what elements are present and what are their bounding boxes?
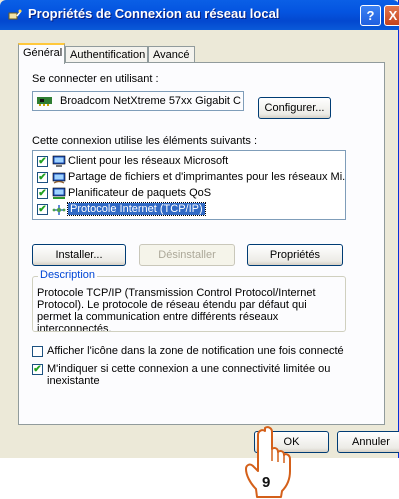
pointer-hand-icon: 9 (245, 426, 291, 498)
notify-limited-checkbox[interactable]: ✔ (32, 364, 43, 375)
tab-general[interactable]: Général (18, 43, 65, 64)
connect-using-label: Se connecter en utilisant : (32, 73, 159, 85)
install-button[interactable]: Installer... (32, 244, 126, 266)
cancel-button[interactable]: Annuler (337, 431, 399, 453)
qos-scheduler-icon (52, 187, 66, 199)
network-client-icon (52, 155, 66, 167)
description-legend: Description (38, 269, 98, 281)
description-text: Protocole TCP/IP (Transmission Control P… (37, 287, 316, 331)
list-item[interactable]: ✔ Partage de fichiers et d'imprimantes p… (35, 171, 346, 185)
file-printer-sharing-icon (52, 172, 66, 184)
configure-button[interactable]: Configurer... (258, 97, 331, 119)
title-bar[interactable]: Propriétés de Connexion au réseau local … (0, 0, 399, 30)
uninstall-button[interactable]: Désinstaller (139, 244, 235, 266)
component-checkbox[interactable]: ✔ (37, 204, 48, 215)
list-item[interactable]: ✔ Client pour les réseaux Microsoft (35, 155, 343, 169)
close-button[interactable]: X (384, 5, 399, 26)
show-icon-checkbox[interactable] (32, 346, 43, 357)
components-list[interactable]: ✔ Client pour les réseaux Microsoft ✔ Pa… (32, 150, 346, 220)
network-adapter-icon (37, 97, 52, 106)
window-title: Propriétés de Connexion au réseau local (28, 6, 280, 21)
device-field: Broadcom NetXtreme 57xx Gigabit C (32, 91, 244, 111)
properties-dialog: Propriétés de Connexion au réseau local … (0, 0, 399, 458)
properties-button[interactable]: Propriétés (247, 244, 343, 266)
list-item[interactable]: ✔ Protocole Internet (TCP/IP) (35, 202, 343, 217)
component-checkbox[interactable]: ✔ (37, 172, 48, 183)
component-checkbox[interactable]: ✔ (37, 188, 48, 199)
components-label: Cette connexion utilise les éléments sui… (32, 135, 258, 147)
network-protocol-icon (52, 205, 66, 215)
component-label: Partage de fichiers et d'imprimantes pou… (68, 171, 346, 183)
step-number: 9 (262, 474, 270, 491)
component-label: Planificateur de paquets QoS (68, 187, 212, 199)
network-connection-icon (8, 9, 22, 20)
tab-advanced[interactable]: Avancé (148, 46, 195, 63)
component-label: Client pour les réseaux Microsoft (68, 155, 229, 167)
list-item[interactable]: ✔ Planificateur de paquets QoS (35, 187, 343, 201)
component-label: Protocole Internet (TCP/IP) (67, 202, 206, 216)
device-name: Broadcom NetXtreme 57xx Gigabit C (60, 95, 241, 107)
show-icon-label: Afficher l'icône dans la zone de notific… (47, 345, 344, 357)
notify-limited-label: M'indiquer si cette connexion a une conn… (47, 363, 331, 387)
help-button[interactable]: ? (360, 5, 381, 26)
tab-authentication[interactable]: Authentification (65, 46, 148, 63)
component-checkbox[interactable]: ✔ (37, 156, 48, 167)
